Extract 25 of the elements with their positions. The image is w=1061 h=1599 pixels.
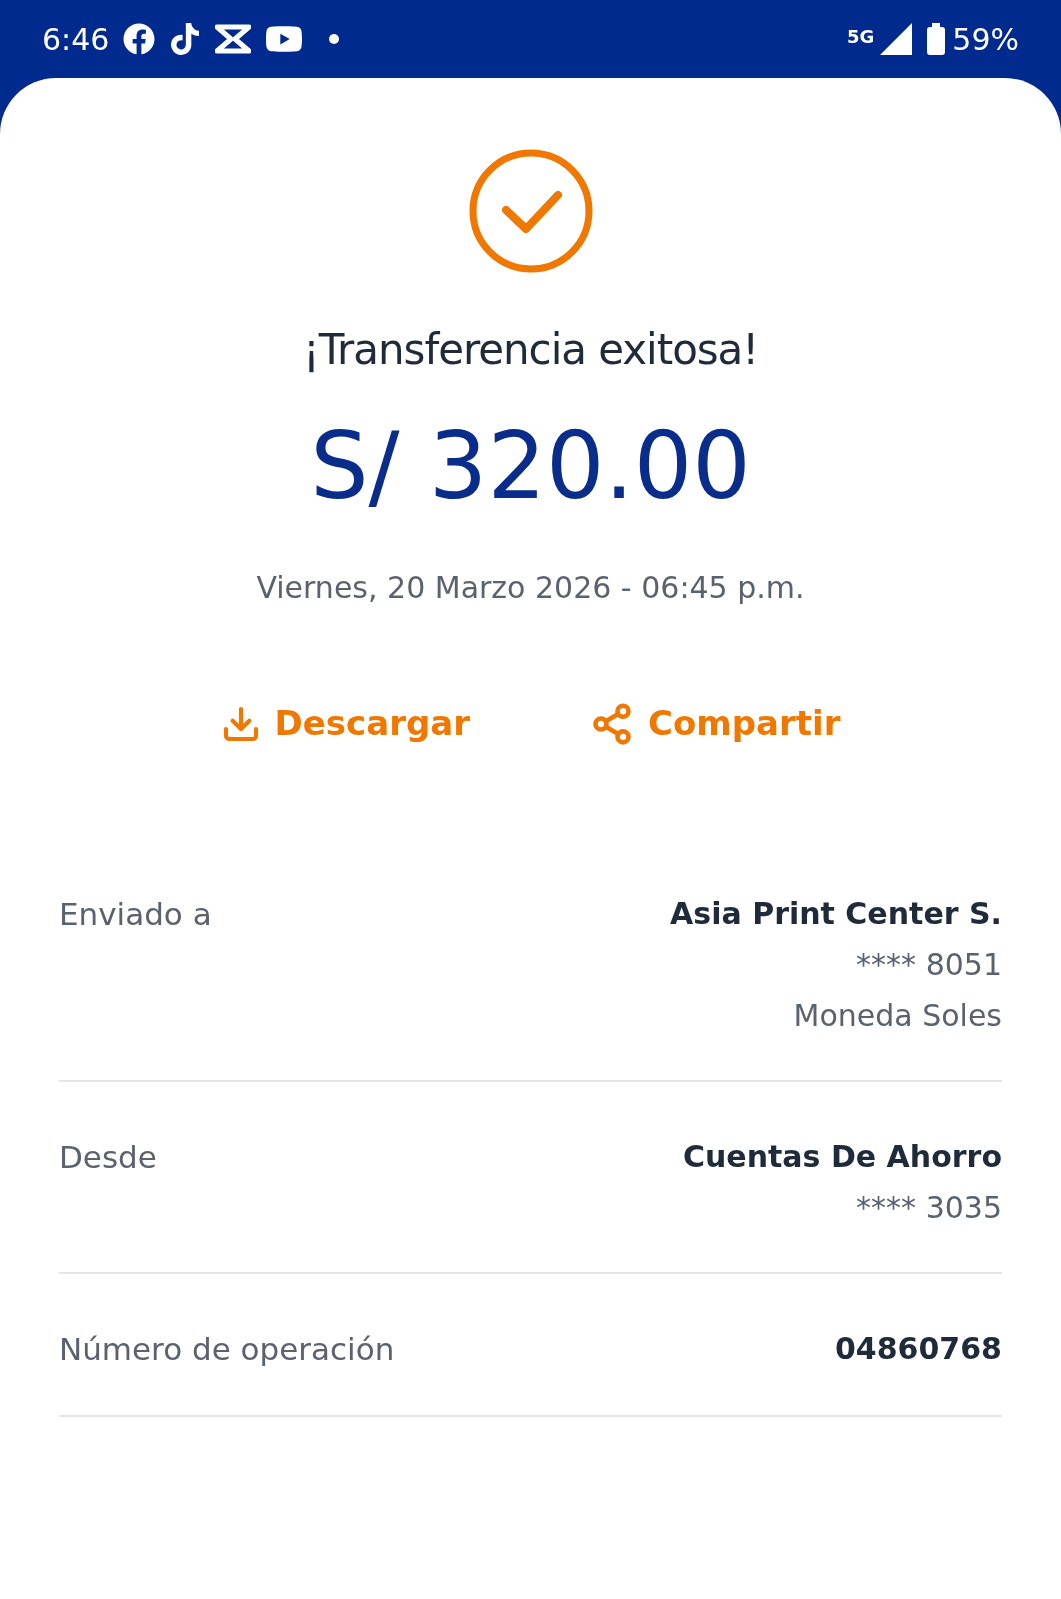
tiktok-icon — [169, 23, 202, 55]
signal-icon — [880, 23, 913, 55]
network-type: 5G — [847, 24, 875, 49]
transfer-date: Viernes, 20 Marzo 2026 - 06:45 p.m. — [256, 569, 805, 607]
detail-subvalue: Moneda Soles — [793, 997, 1002, 1035]
share-button[interactable]: Compartir — [590, 698, 841, 749]
battery-percentage: 59% — [952, 20, 1019, 59]
download-button[interactable]: Descargar — [220, 698, 470, 749]
detail-subvalue: **** 8051 — [856, 946, 1002, 984]
detail-label: Enviado a — [59, 895, 212, 934]
detail-label: Número de operación — [59, 1330, 395, 1369]
battery-icon — [926, 23, 947, 55]
detail-value: Asia Print Center S. — [670, 895, 1002, 933]
detail-label: Desde — [59, 1138, 157, 1177]
success-check-icon — [467, 148, 594, 274]
status-time: 6:46 — [42, 20, 110, 59]
facebook-icon — [123, 23, 156, 55]
share-icon — [590, 701, 634, 746]
detail-value: 04860768 — [835, 1330, 1002, 1368]
notification-dot-icon — [329, 34, 340, 44]
app-icon — [215, 24, 252, 54]
transfer-amount: S/ 320.00 — [310, 421, 751, 513]
success-title: ¡Transferencia exitosa! — [302, 324, 759, 376]
detail-subvalue: **** 3035 — [856, 1189, 1002, 1227]
detail-value: Cuentas De Ahorro — [682, 1138, 1002, 1176]
